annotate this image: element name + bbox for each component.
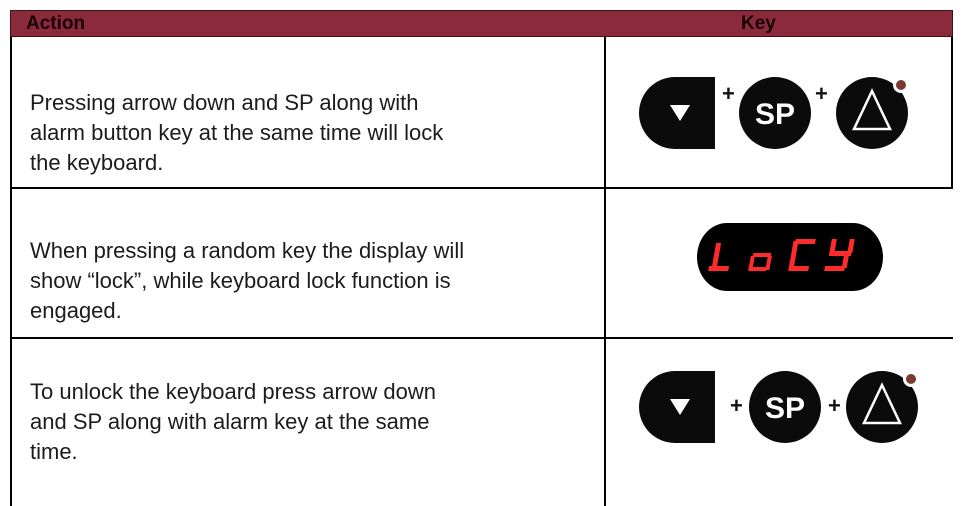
sp-button-icon: SP: [749, 371, 821, 443]
key-combination: + SP +: [630, 59, 940, 159]
key-combo-graphic: + SP +: [639, 371, 919, 443]
key-combination: + SP +: [630, 353, 940, 453]
table-row: Pressing arrow down and SP along with al…: [10, 37, 953, 187]
arrow-down-icon: [639, 371, 715, 443]
svg-text:SP: SP: [765, 392, 805, 425]
column-header-action: Action: [26, 13, 86, 34]
lock-display: [695, 221, 885, 293]
lcd-lock-graphic: [697, 223, 883, 291]
action-key-table: Action Key Pressing arrow down and SP al…: [10, 10, 953, 506]
plus-icon: +: [815, 81, 828, 106]
arrow-down-icon: [639, 77, 715, 149]
column-header-key: Key: [741, 13, 776, 34]
table-row: To unlock the keyboard press arrow down …: [10, 339, 953, 479]
plus-icon: +: [730, 393, 743, 418]
action-description: Pressing arrow down and SP along with al…: [30, 90, 444, 175]
plus-icon: +: [722, 81, 735, 106]
svg-text:SP: SP: [755, 98, 795, 131]
action-description: To unlock the keyboard press arrow down …: [30, 379, 436, 464]
sp-button-icon: SP: [739, 77, 811, 149]
plus-icon: +: [828, 393, 841, 418]
alarm-triangle-icon: [836, 77, 909, 149]
action-description: When pressing a random key the display w…: [30, 238, 465, 323]
table-header: Action Key: [10, 10, 953, 37]
key-combo-graphic: + SP +: [639, 77, 909, 149]
alarm-triangle-icon: [846, 371, 919, 443]
table-row: When pressing a random key the display w…: [10, 189, 953, 337]
